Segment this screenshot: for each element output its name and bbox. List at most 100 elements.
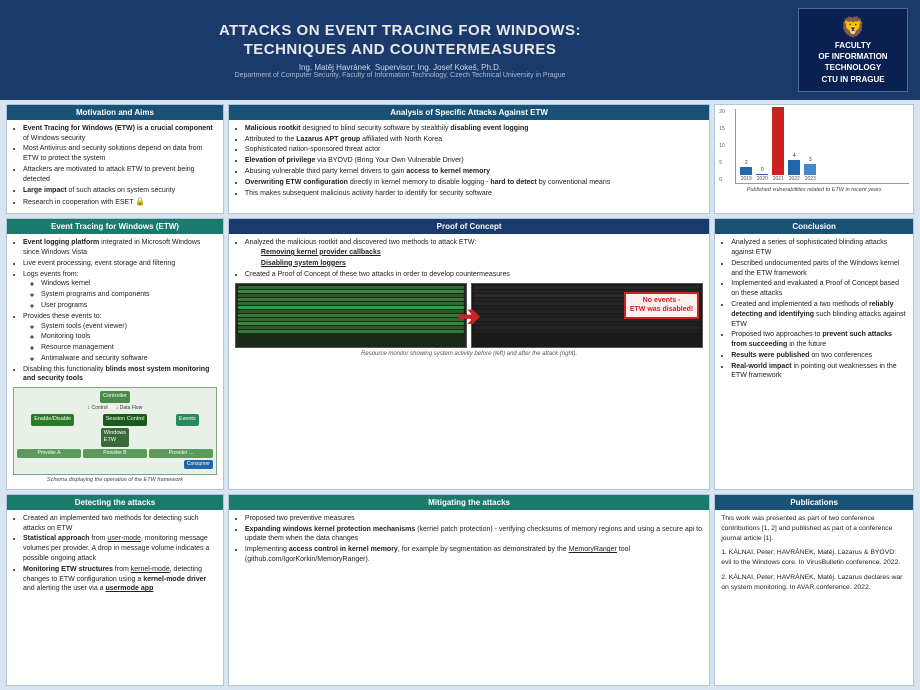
conclusion-item-2: Described undocumented parts of the Wind…: [731, 259, 907, 279]
analysis-item-7: This makes subsequent malicious activity…: [245, 189, 703, 199]
mitigating-body: Proposed two preventive measures Expandi…: [229, 510, 709, 685]
row-1: Motivation and Aims Event Tracing for Wi…: [6, 104, 914, 214]
poc-method-1: Removing kernel provider callbacks: [261, 248, 703, 258]
etw-item-1: Event logging platform integrated in Mic…: [23, 238, 217, 258]
bar-2022: 4 2022: [788, 153, 800, 183]
etw-sub-3: User programs: [41, 301, 217, 311]
etw-sub-6: Resource management: [41, 343, 217, 353]
mitigating-item-2: Expanding windows kernel protection mech…: [245, 525, 703, 545]
etw-sub-2: System programs and components: [41, 290, 217, 300]
bar-2020-fill: [756, 174, 768, 175]
department: Department of Computer Security, Faculty…: [12, 72, 788, 79]
schema-controller: Controller: [100, 391, 130, 403]
mitigating-item-3: Implementing access control in kernel me…: [245, 545, 703, 565]
analysis-panel: Analysis of Specific Attacks Against ETW…: [228, 104, 710, 214]
chart-container: 20 15 10 5 0 2 2019: [719, 109, 909, 184]
analysis-item-1: Malicious rootkit designed to blind secu…: [245, 124, 703, 134]
schema-provider-b: Provider B: [83, 449, 147, 458]
detecting-item-1: Created an implemented two methods for d…: [23, 514, 217, 534]
schema-row2: Enable/Disable Session Control Events: [17, 414, 213, 426]
etw-header: Event Tracing for Windows (ETW): [7, 219, 223, 234]
analysis-item-4: Elevation of privilege via BYOVD (Bring …: [245, 156, 703, 166]
analysis-item-5: Abusing vulnerable third party kernel dr…: [245, 167, 703, 177]
motivation-item-4: Large impact of such attacks on system s…: [23, 186, 217, 196]
author-name: Ing. Matěj Havránek: [299, 63, 371, 72]
etw-sub-1: Windows kernel: [41, 279, 217, 289]
publications-panel: Publications This work was presented as …: [714, 494, 914, 686]
etw-sub-7: Antimalware and security software: [41, 354, 217, 364]
poc-item-2: Created a Proof of Concept of these two …: [245, 270, 703, 280]
bar-2021: 18 2021: [772, 104, 784, 183]
schema-consumer: Consumer: [184, 460, 213, 469]
mitigating-panel: Mitigating the attacks Proposed two prev…: [228, 494, 710, 686]
pub-ref-2: 2. KÁLNAI, Peter; HAVRÁNEK, Matěj. Lazar…: [721, 573, 907, 593]
bar-2020: 0 2020: [756, 167, 768, 183]
analysis-item-3: Sophisticated nation-sponsored threat ac…: [245, 145, 703, 155]
detecting-header: Detecting the attacks: [7, 495, 223, 510]
chart-panel: 20 15 10 5 0 2 2019: [714, 104, 914, 214]
schema-provider-a: Provider A: [17, 449, 81, 458]
analysis-item-2: Attributed to the Lazarus APT group affi…: [245, 135, 703, 145]
conclusion-header: Conclusion: [715, 219, 913, 234]
motivation-item-5: Research in cooperation with ESET 🔒: [23, 196, 217, 208]
schema-row4: Provider A Provider B Provider ...: [17, 449, 213, 458]
poc-images-container: ➔: [235, 283, 703, 348]
motivation-item-2: Most Antivirus and security solutions de…: [23, 144, 217, 164]
detecting-item-2: Statistical approach from user-mode, mon…: [23, 534, 217, 563]
schema-windows: WindowsETW: [101, 428, 129, 447]
header: ATTACKS ON EVENT TRACING FOR WINDOWS: TE…: [0, 0, 920, 100]
poster: ATTACKS ON EVENT TRACING FOR WINDOWS: TE…: [0, 0, 920, 690]
etw-schema: Controller ↕ Control ↓ Data Flow Enable/…: [13, 387, 217, 475]
bar-2022-fill: [788, 160, 800, 175]
mitigating-item-1: Proposed two preventive measures: [245, 514, 703, 524]
poc-arrow-icon: ➔: [457, 296, 480, 335]
logo-box: 🦁 FACULTY OF INFORMATION TECHNOLOGY CTU …: [798, 8, 908, 92]
y-axis: 20 15 10 5 0: [719, 109, 725, 184]
no-events-label: No events -ETW was disabled!: [624, 292, 699, 318]
mitigating-header: Mitigating the attacks: [229, 495, 709, 510]
schema-session: Session Control: [103, 414, 148, 426]
pub-ref-1: 1. KÁLNAI, Peter; HAVRÁNEK, Matěj. Lazar…: [721, 548, 907, 568]
etw-item-3: Logs events from: Windows kernel System …: [23, 270, 217, 311]
etw-item-4: Provides these events to: System tools (…: [23, 312, 217, 364]
schema-events-box: Events: [176, 414, 199, 426]
schema-row5: Consumer: [17, 460, 213, 469]
schema-caption: Schema displaying the operation of the E…: [13, 477, 217, 485]
conclusion-item-6: Results were published on two conference…: [731, 351, 907, 361]
poster-title: ATTACKS ON EVENT TRACING FOR WINDOWS: TE…: [12, 21, 788, 60]
detecting-item-3: Monitoring ETW structures from kernel-mo…: [23, 565, 217, 594]
etw-item-2: Live event processing, event storage and…: [23, 259, 217, 269]
motivation-header: Motivation and Aims: [7, 105, 223, 120]
bar-2023: 3 2023: [804, 157, 816, 183]
schema-arrows1: ↕ Control ↓ Data Flow: [17, 405, 213, 412]
pub-intro: This work was presented as part of two c…: [721, 514, 907, 545]
schema-enable: Enable/Disable: [31, 414, 74, 426]
lion-icon: 🦁: [807, 15, 899, 40]
motivation-item-3: Attackers are motivated to attack ETW to…: [23, 165, 217, 185]
poc-screen-before: [235, 283, 467, 348]
author-line: Ing. Matěj Havránek Supervisor: Ing. Jos…: [12, 63, 788, 72]
publications-header: Publications: [715, 495, 913, 510]
poc-screen-after: No events -ETW was disabled!: [471, 283, 703, 348]
analysis-item-6: Overwriting ETW configuration directly i…: [245, 178, 703, 188]
conclusion-item-3: Implemented and evaluated a Proof of Con…: [731, 279, 907, 299]
row-3: Detecting the attacks Created an impleme…: [6, 494, 914, 686]
logo-text: FACULTY OF INFORMATION TECHNOLOGY CTU IN…: [807, 40, 899, 85]
poc-caption: Resource monitor showing system activity…: [235, 350, 703, 358]
motivation-item-1: Event Tracing for Windows (ETW) is a cru…: [23, 124, 217, 144]
header-text: ATTACKS ON EVENT TRACING FOR WINDOWS: TE…: [12, 21, 788, 79]
conclusion-panel: Conclusion Analyzed a series of sophisti…: [714, 218, 914, 490]
etw-sub-5: Monitoring tools: [41, 332, 217, 342]
analysis-header: Analysis of Specific Attacks Against ETW: [229, 105, 709, 120]
etw-item-5: Disabling this functionality blinds most…: [23, 365, 217, 385]
motivation-panel: Motivation and Aims Event Tracing for Wi…: [6, 104, 224, 214]
detecting-panel: Detecting the attacks Created an impleme…: [6, 494, 224, 686]
main-content: Motivation and Aims Event Tracing for Wi…: [0, 100, 920, 690]
conclusion-body: Analyzed a series of sophisticated blind…: [715, 234, 913, 489]
conclusion-item-1: Analyzed a series of sophisticated blind…: [731, 238, 907, 258]
detecting-body: Created an implemented two methods for d…: [7, 510, 223, 685]
bar-2019: 2 2019: [740, 160, 752, 183]
chart-caption: Published vulnerabilities related to ETW…: [719, 187, 909, 195]
etw-sub-4: System tools (event viewer): [41, 322, 217, 332]
bar-2019-fill: [740, 167, 752, 175]
